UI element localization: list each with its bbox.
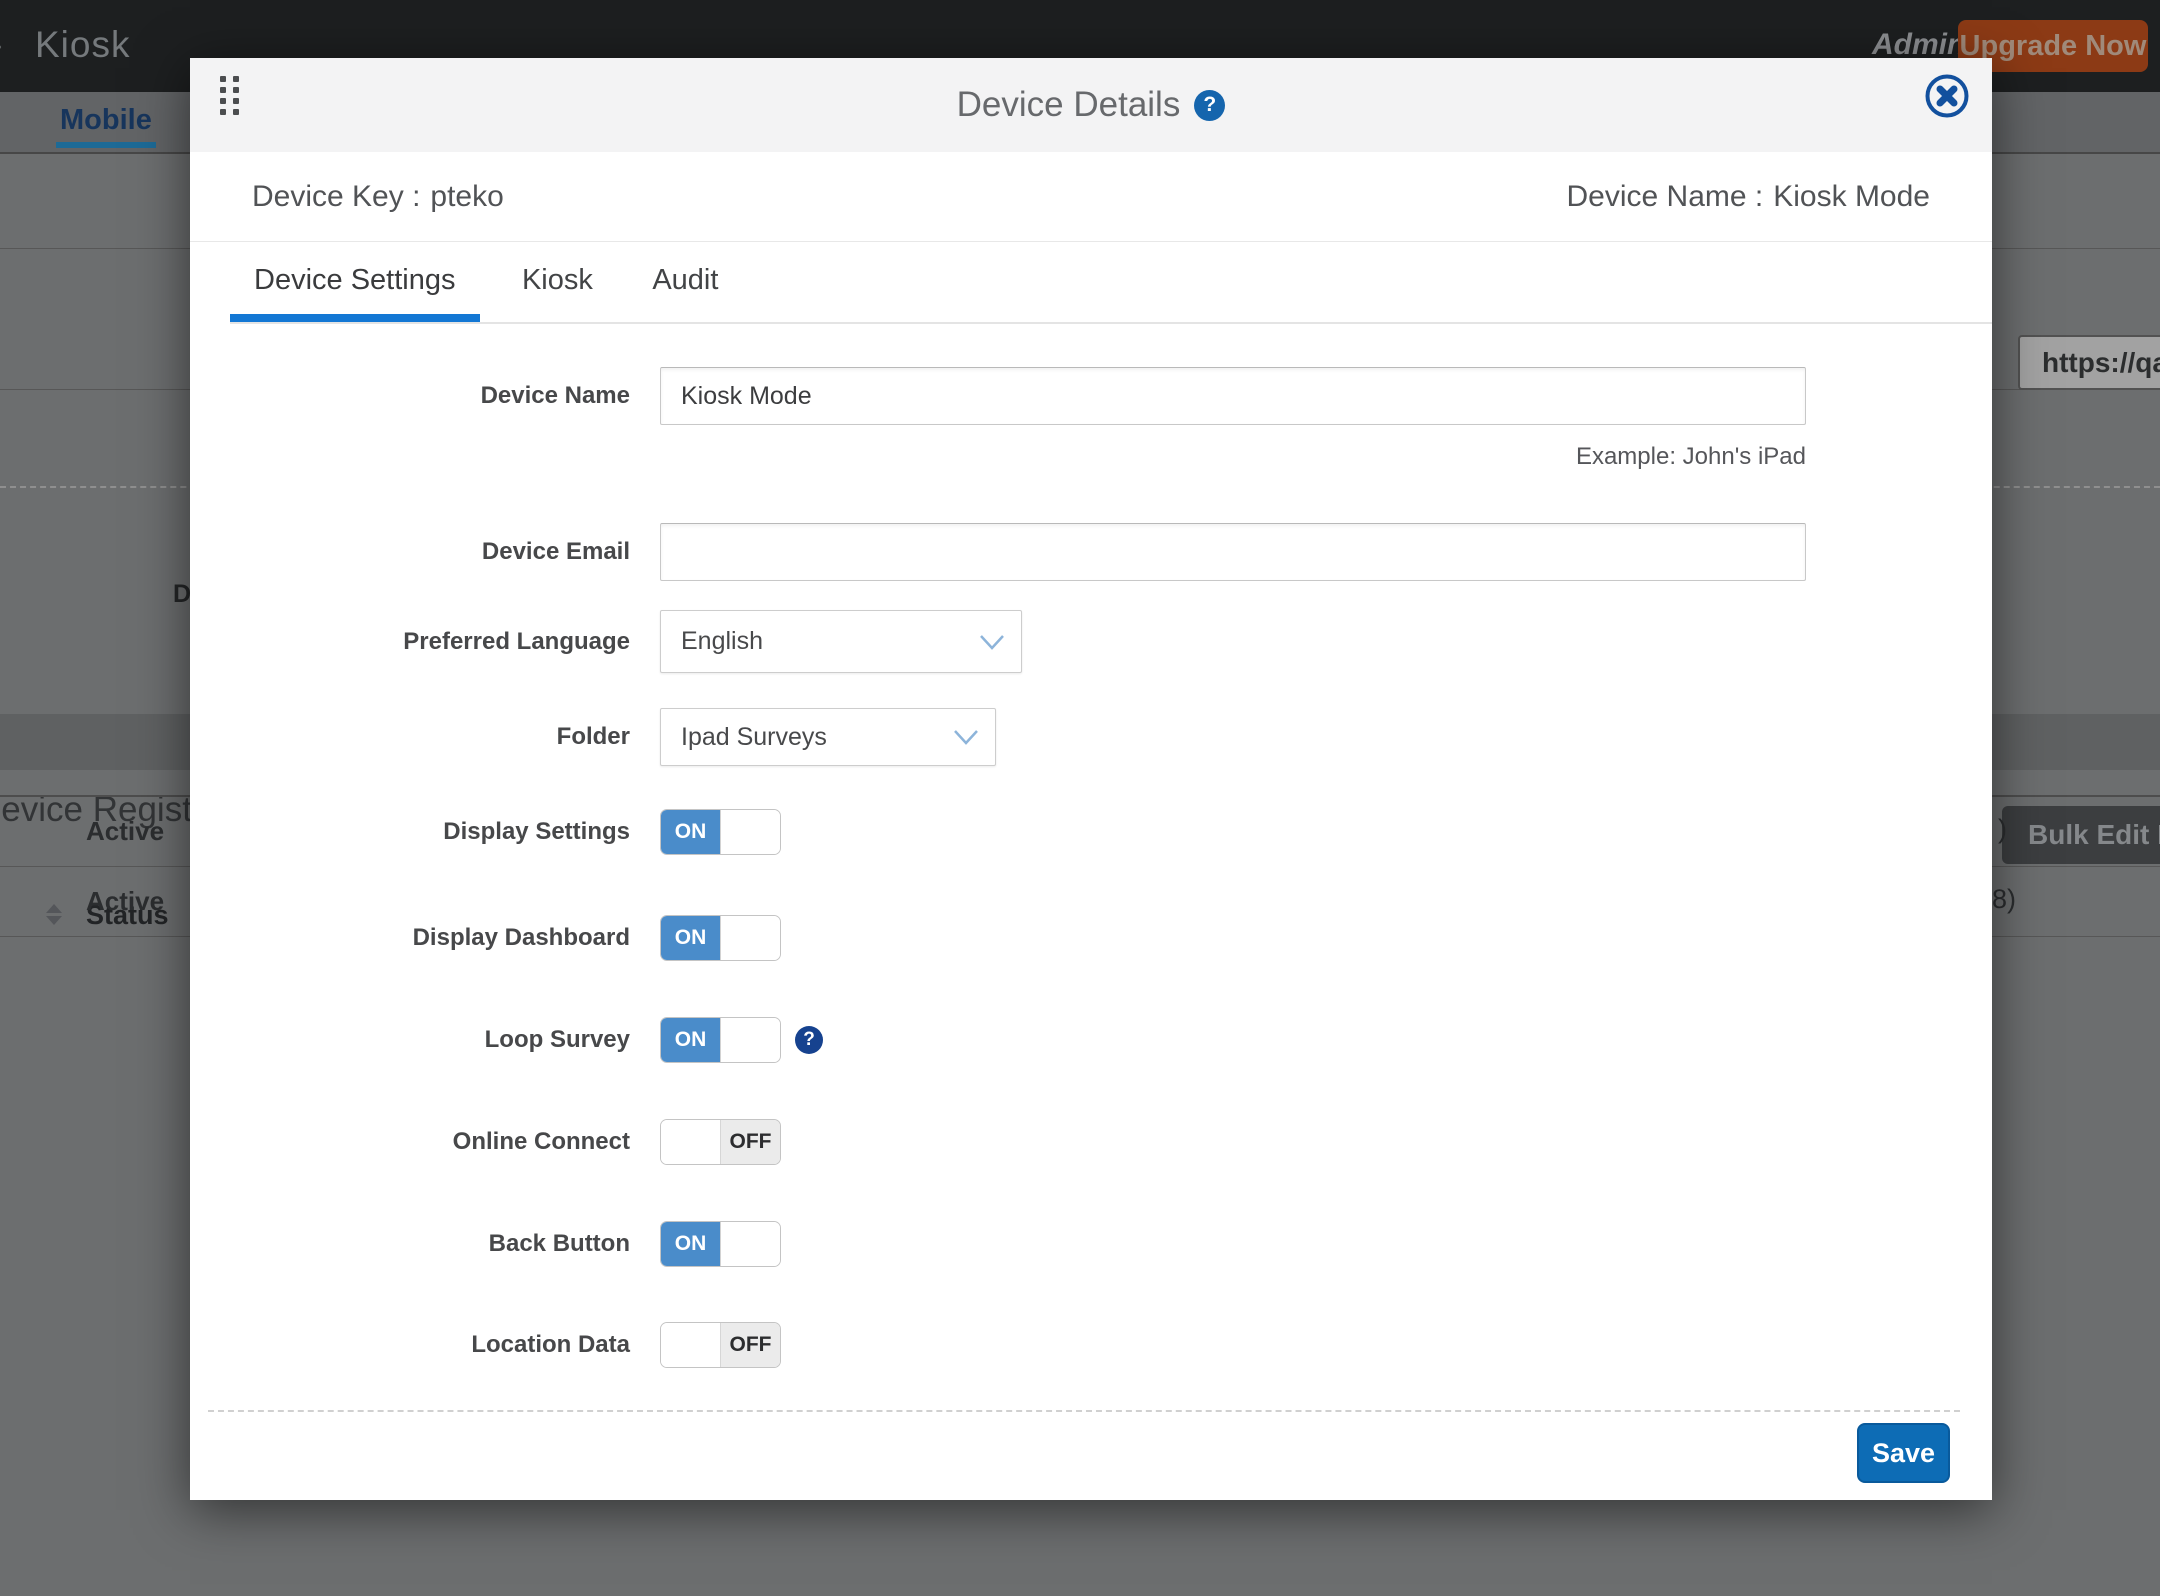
toggle-on-state: ON	[661, 1018, 720, 1062]
tab-audit[interactable]: Audit	[652, 242, 718, 322]
device-name-label: Device Name	[190, 382, 630, 410]
device-details-modal: Device Details ? Device Key : pteko Devi…	[190, 58, 1992, 1500]
bg-row-fragment: )	[1998, 814, 2007, 845]
toggle-off-state: OFF	[721, 1120, 780, 1164]
footer-dashed-divider	[208, 1410, 1960, 1412]
chevron-down-icon	[953, 729, 979, 745]
back-button-row: Back Button ON	[190, 1221, 1992, 1267]
bg-row-fragment: 8)	[1992, 884, 2016, 915]
page-root: › Kiosk Admin Upgrade Now Mobile Device …	[0, 0, 2160, 1596]
sort-down-arrow-icon	[46, 916, 62, 925]
tab-device-settings[interactable]: Device Settings	[230, 242, 480, 322]
device-name: Device Name : Kiosk Mode	[1567, 152, 1930, 242]
toggle-knob	[720, 1222, 780, 1266]
modal-body: Device Name Example: John's iPad Device …	[190, 324, 1992, 1500]
device-email-input[interactable]	[660, 523, 1806, 581]
preferred-language-row: Preferred Language English	[190, 610, 1992, 673]
folder-row: Folder Ipad Surveys	[190, 708, 1992, 766]
preferred-language-value: English	[681, 627, 763, 656]
location-data-label: Location Data	[190, 1331, 630, 1359]
device-email-label: Device Email	[190, 538, 630, 566]
bulk-edit-devices-button[interactable]: Bulk Edit Devices	[2002, 806, 2160, 864]
modal-title-wrap: Device Details ?	[190, 58, 1992, 152]
online-connect-row: Online Connect OFF	[190, 1119, 1992, 1165]
bg-row-status: Active	[86, 816, 164, 847]
folder-label: Folder	[190, 723, 630, 751]
online-connect-toggle[interactable]: OFF	[660, 1119, 781, 1165]
preferred-language-label: Preferred Language	[190, 628, 630, 656]
close-icon[interactable]	[1924, 73, 1970, 119]
modal-subheader: Device Key : pteko Device Name : Kiosk M…	[190, 152, 1992, 242]
breadcrumb-chevron-icon: ›	[0, 24, 3, 67]
display-settings-row: Display Settings ON	[190, 809, 1992, 855]
back-button-toggle[interactable]: ON	[660, 1221, 781, 1267]
modal-title: Device Details	[957, 85, 1181, 125]
help-icon[interactable]: ?	[1194, 90, 1225, 121]
bg-url-value: https://qa.	[2020, 337, 2160, 388]
device-name-row: Device Name	[190, 367, 1992, 425]
back-button-label: Back Button	[190, 1230, 630, 1258]
modal-tabs: Device Settings Kiosk Audit	[230, 242, 1992, 324]
location-data-row: Location Data OFF	[190, 1322, 1992, 1368]
toggle-knob	[661, 1323, 721, 1367]
sort-up-arrow-icon	[46, 904, 62, 913]
toggle-knob	[661, 1120, 721, 1164]
display-dashboard-toggle[interactable]: ON	[660, 915, 781, 961]
toggle-on-state: ON	[661, 1222, 720, 1266]
admin-link[interactable]: Admin	[1872, 28, 1965, 62]
loop-survey-row: Loop Survey ON ?	[190, 1017, 1992, 1063]
folder-select[interactable]: Ipad Surveys	[660, 708, 996, 766]
toggle-on-state: ON	[661, 810, 720, 854]
display-dashboard-label: Display Dashboard	[190, 924, 630, 952]
loop-survey-help-icon[interactable]: ?	[795, 1026, 823, 1054]
device-name-header-value: Kiosk Mode	[1773, 180, 1930, 214]
save-button[interactable]: Save	[1857, 1423, 1950, 1483]
toggle-on-state: ON	[661, 916, 720, 960]
location-data-toggle[interactable]: OFF	[660, 1322, 781, 1368]
device-key-label: Device Key :	[252, 180, 420, 214]
device-name-input[interactable]	[660, 367, 1806, 425]
loop-survey-label: Loop Survey	[190, 1026, 630, 1054]
bg-row-status: Active	[86, 886, 164, 917]
device-name-helper: Example: John's iPad	[660, 443, 1806, 471]
online-connect-label: Online Connect	[190, 1128, 630, 1156]
display-settings-toggle[interactable]: ON	[660, 809, 781, 855]
preferred-language-select[interactable]: English	[660, 610, 1022, 673]
tab-mobile[interactable]: Mobile	[56, 104, 156, 148]
tab-kiosk[interactable]: Kiosk	[522, 242, 593, 322]
toggle-knob	[720, 1018, 780, 1062]
device-name-header-label: Device Name :	[1567, 180, 1764, 214]
chevron-down-icon	[979, 634, 1005, 650]
toggle-off-state: OFF	[721, 1323, 780, 1367]
bg-url-input[interactable]: https://qa.	[2018, 335, 2160, 390]
sort-icon[interactable]	[46, 904, 62, 925]
device-email-row: Device Email	[190, 523, 1992, 581]
display-dashboard-row: Display Dashboard ON	[190, 915, 1992, 961]
folder-value: Ipad Surveys	[681, 723, 827, 752]
modal-titlebar: Device Details ?	[190, 58, 1992, 152]
display-settings-label: Display Settings	[190, 818, 630, 846]
loop-survey-toggle[interactable]: ON	[660, 1017, 781, 1063]
toggle-knob	[720, 916, 780, 960]
device-key: Device Key : pteko	[252, 152, 504, 242]
device-key-value: pteko	[430, 180, 503, 214]
toggle-knob	[720, 810, 780, 854]
page-title: Kiosk	[35, 24, 130, 66]
